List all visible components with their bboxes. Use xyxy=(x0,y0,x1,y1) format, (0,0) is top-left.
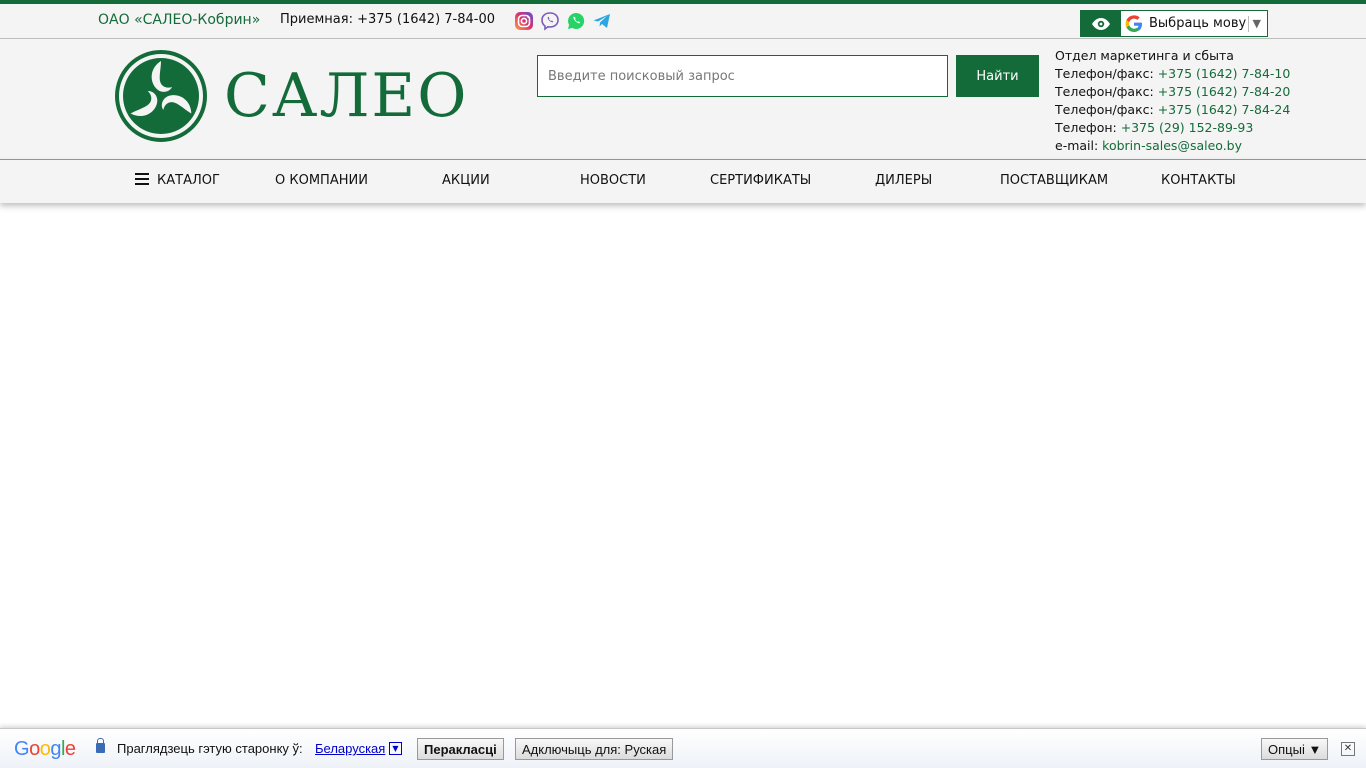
instagram-icon[interactable] xyxy=(514,11,534,31)
company-name-link[interactable]: ОАО «САЛЕО-Кобрин» xyxy=(98,12,260,28)
site-header: САЛЕО Найти Отдел маркетинга и сбыта Тел… xyxy=(0,39,1366,160)
phone-link[interactable]: +375 (1642) 7-84-24 xyxy=(1158,102,1291,117)
disable-translate-button[interactable]: Адключыць для: Руская xyxy=(515,738,674,760)
email-link[interactable]: kobrin-sales@saleo.by xyxy=(1102,138,1242,153)
google-translate-bar: Google Праглядзець гэтую старонку ў: Бел… xyxy=(0,728,1366,768)
site-logo[interactable]: САЛЕО xyxy=(114,49,468,143)
contact-line: Телефон/факс: +375 (1642) 7-84-24 xyxy=(1055,102,1291,117)
phone-link[interactable]: +375 (29) 152-89-93 xyxy=(1121,120,1254,135)
phone-link[interactable]: +375 (1642) 7-84-20 xyxy=(1158,84,1291,99)
translate-language-link[interactable]: Беларуская xyxy=(315,741,385,756)
contact-line: Телефон: +375 (29) 152-89-93 xyxy=(1055,120,1254,135)
language-select[interactable]: Выбраць мову ▼ xyxy=(1121,11,1267,36)
nav-item-suppliers[interactable]: Поставщикам xyxy=(1000,173,1108,188)
lock-icon xyxy=(96,738,105,753)
contact-line: Телефон/факс: +375 (1642) 7-84-20 xyxy=(1055,84,1291,99)
top-bar: ОАО «САЛЕО-Кобрин» Приемная: +375 (1642)… xyxy=(0,4,1366,39)
viber-icon[interactable] xyxy=(540,11,560,31)
nav-item-dealers[interactable]: Дилеры xyxy=(875,173,932,188)
language-widget: Выбраць мову ▼ xyxy=(1080,10,1268,37)
logo-emblem-icon xyxy=(115,50,207,142)
search-button[interactable]: Найти xyxy=(956,55,1039,97)
google-g-icon xyxy=(1125,14,1142,32)
dropdown-arrow-icon: ▼ xyxy=(1252,17,1261,30)
nav-item-contacts[interactable]: Контакты xyxy=(1161,173,1236,188)
nav-item-about[interactable]: О компании xyxy=(275,173,368,188)
social-links xyxy=(514,11,612,31)
translate-options-button[interactable]: Опцыі ▼ xyxy=(1261,738,1329,760)
telegram-icon[interactable] xyxy=(592,11,612,31)
phone-link[interactable]: +375 (1642) 7-84-10 xyxy=(1158,66,1291,81)
language-select-label: Выбраць мову xyxy=(1149,16,1247,31)
main-nav: Каталог О компании Акции Новости Сертифи… xyxy=(0,160,1366,203)
nav-item-news[interactable]: Новости xyxy=(580,173,646,188)
search-input[interactable] xyxy=(537,55,948,97)
accessibility-eye-button[interactable] xyxy=(1081,11,1121,36)
translate-button[interactable]: Перакласці xyxy=(417,738,504,760)
contact-line: e-mail: kobrin-sales@saleo.by xyxy=(1055,138,1243,153)
whatsapp-icon[interactable] xyxy=(566,11,586,31)
nav-item-promotions[interactable]: Акции xyxy=(442,173,490,188)
close-icon[interactable]: ✕ xyxy=(1341,742,1355,756)
contacts-block: Отдел маркетинга и сбыта Телефон/факс: +… xyxy=(1055,47,1290,155)
contact-line: Телефон/факс: +375 (1642) 7-84-10 xyxy=(1055,66,1291,81)
eye-icon xyxy=(1092,17,1110,30)
contacts-dept: Отдел маркетинга и сбыта xyxy=(1055,48,1234,63)
translate-language-dropdown-icon[interactable]: ▼ xyxy=(389,742,402,755)
translate-prompt: Праглядзець гэтую старонку ў: xyxy=(117,741,303,756)
reception-phone[interactable]: Приемная: +375 (1642) 7-84-00 xyxy=(280,12,495,27)
logo-text: САЛЕО xyxy=(224,61,469,131)
menu-icon xyxy=(135,173,149,185)
google-logo: Google xyxy=(14,738,76,760)
nav-item-catalog[interactable]: Каталог xyxy=(135,173,220,188)
nav-item-certificates[interactable]: Сертификаты xyxy=(710,173,811,188)
